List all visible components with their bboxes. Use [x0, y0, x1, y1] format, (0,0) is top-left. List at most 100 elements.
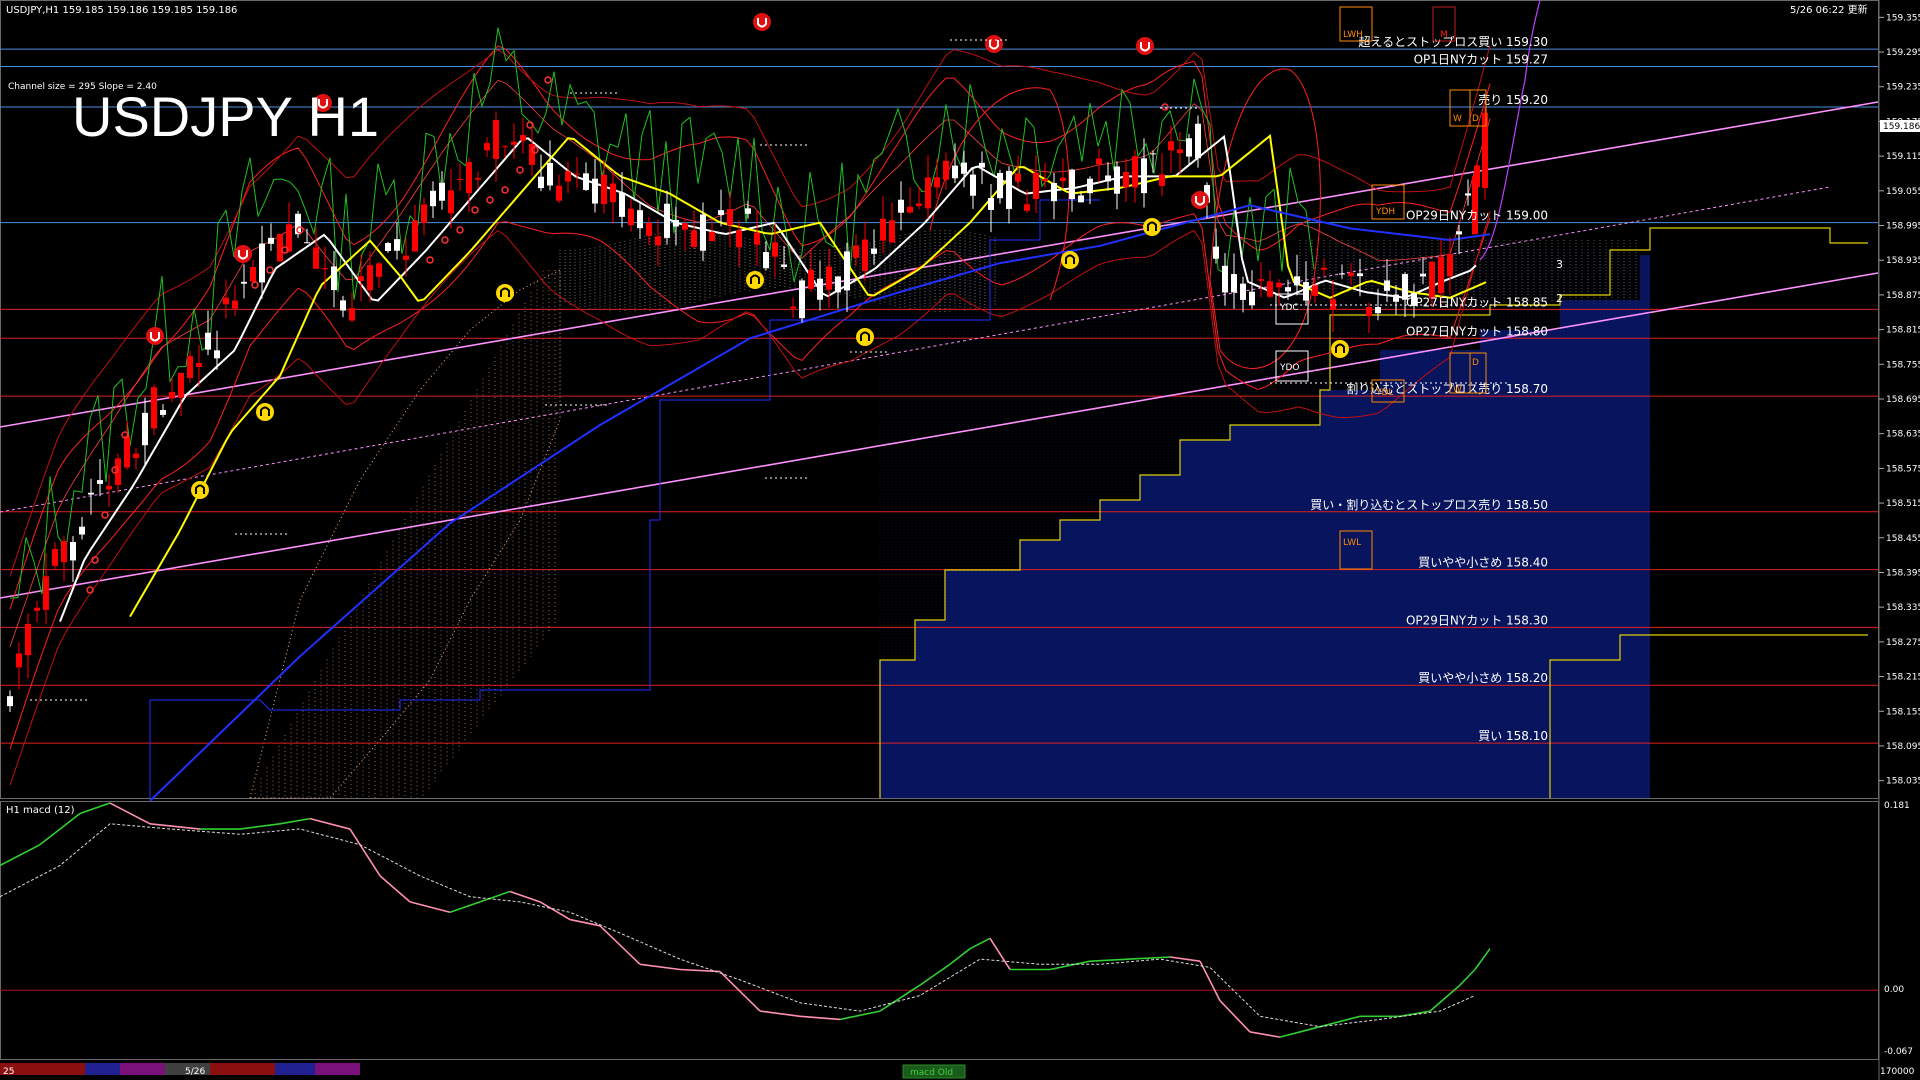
price-tick-label: 159.235	[1886, 83, 1920, 93]
macd-axis-bottom: -0.067	[1884, 1047, 1913, 1057]
candle-body	[268, 237, 274, 244]
candle-body	[16, 653, 22, 668]
svg-text:LWL: LWL	[1343, 538, 1361, 548]
candle-body	[826, 266, 832, 290]
candle-body	[1472, 176, 1478, 235]
candle-body	[1438, 256, 1444, 294]
candle-body	[1285, 287, 1291, 292]
candle-body	[223, 297, 229, 305]
candle-body	[439, 182, 445, 201]
candle-body	[70, 542, 76, 561]
candle-body	[367, 265, 373, 291]
candle-body	[1006, 170, 1012, 209]
level-label: 買いやや小さめ 158.40	[1418, 556, 1548, 570]
candle-body	[970, 174, 976, 196]
candle-body	[493, 119, 499, 159]
candle-body	[1123, 172, 1129, 188]
svg-text:LWH: LWH	[1343, 30, 1363, 40]
candle-body	[358, 276, 364, 282]
candle-body	[322, 268, 328, 270]
sell-signal-icon	[146, 327, 164, 345]
candle-body	[331, 266, 337, 291]
candle-body	[547, 162, 553, 186]
time-label-date: 5/26	[185, 1067, 205, 1077]
candle-body	[664, 203, 670, 238]
datetime-label: 5/26 06:22 更新	[1790, 3, 1868, 16]
candle-body	[565, 171, 571, 182]
candle-body	[1384, 280, 1390, 291]
price-tick-label: 158.875	[1886, 291, 1920, 301]
chart-canvas[interactable]: 超えるとストップロス買い 159.30 OP1日NYカット 159.27 売り 15…	[0, 0, 1920, 1080]
price-tick-label: 158.935	[1886, 256, 1920, 266]
price-tick-label: 158.155	[1886, 707, 1920, 717]
candle-body	[1267, 281, 1273, 297]
candle-body	[349, 308, 355, 321]
candle-body	[1249, 291, 1255, 306]
candle-body	[25, 623, 31, 656]
candle-body	[916, 203, 922, 207]
sell-signal-icon	[1191, 191, 1209, 209]
sell-signal-icon	[753, 13, 771, 31]
session-segment	[315, 1063, 360, 1075]
candle-body	[43, 576, 49, 610]
candle-body	[628, 208, 634, 226]
candle-body	[1366, 307, 1372, 317]
candle-body	[907, 206, 913, 213]
candle-body	[1069, 169, 1075, 200]
session-segment	[210, 1063, 275, 1075]
candle-body	[745, 208, 751, 214]
candle-body	[1420, 273, 1426, 277]
candle-body	[133, 453, 139, 459]
buy-signal-icon	[496, 284, 514, 302]
candle-body	[1195, 123, 1201, 159]
candle-body	[1060, 177, 1066, 182]
candle-body	[709, 231, 715, 242]
channel-label-2: 2	[1556, 292, 1563, 305]
level-label: OP1日NYカット 159.27	[1414, 53, 1548, 67]
candle-body	[862, 239, 868, 271]
svg-text:YDL: YDL	[1375, 388, 1393, 398]
price-tick-label: 158.035	[1886, 777, 1920, 787]
candle-body	[592, 178, 598, 204]
candle-body	[619, 193, 625, 217]
candle-body	[979, 162, 985, 168]
candle-body	[1456, 231, 1462, 235]
candle-body	[1258, 279, 1264, 281]
candle-body	[151, 387, 157, 429]
candle-body	[1375, 307, 1381, 314]
price-tick-label: 159.355	[1886, 13, 1920, 23]
candle-body	[1078, 195, 1084, 203]
candle-body	[1114, 166, 1120, 194]
svg-text:YDC: YDC	[1279, 303, 1299, 313]
session-segment	[120, 1063, 165, 1075]
symbol-info: USDJPY,H1 159.185 159.186 159.185 159.18…	[6, 5, 237, 16]
price-tick-label: 158.275	[1886, 638, 1920, 648]
candle-body	[259, 243, 265, 283]
time-label-left: 25	[3, 1067, 14, 1077]
candle-body	[637, 210, 643, 229]
price-tick-label: 158.995	[1886, 222, 1920, 232]
candle-body	[106, 485, 112, 490]
candle-body	[781, 264, 787, 267]
candle-body	[763, 252, 769, 269]
candle-body	[1033, 172, 1039, 200]
candle-body	[1150, 153, 1156, 155]
candle-body	[457, 178, 463, 180]
candle-body	[1429, 261, 1435, 299]
candle-body	[835, 276, 841, 293]
price-tick-label: 159.295	[1886, 48, 1920, 58]
svg-text:M: M	[1440, 30, 1448, 40]
candle-body	[475, 177, 481, 180]
price-tick-label: 158.575	[1886, 464, 1920, 474]
candle-body	[340, 300, 346, 311]
level-label: 超えるとストップロス買い 159.30	[1359, 34, 1548, 49]
candle-body	[1321, 267, 1327, 270]
level-label: OP29日NYカット 159.00	[1406, 209, 1548, 223]
candle-body	[700, 214, 706, 251]
candle-body	[952, 165, 958, 179]
svg-text:YDH: YDH	[1375, 207, 1395, 217]
candle-body	[727, 209, 733, 226]
candle-body	[178, 372, 184, 398]
candle-body	[997, 172, 1003, 199]
candle-body	[1276, 282, 1282, 288]
